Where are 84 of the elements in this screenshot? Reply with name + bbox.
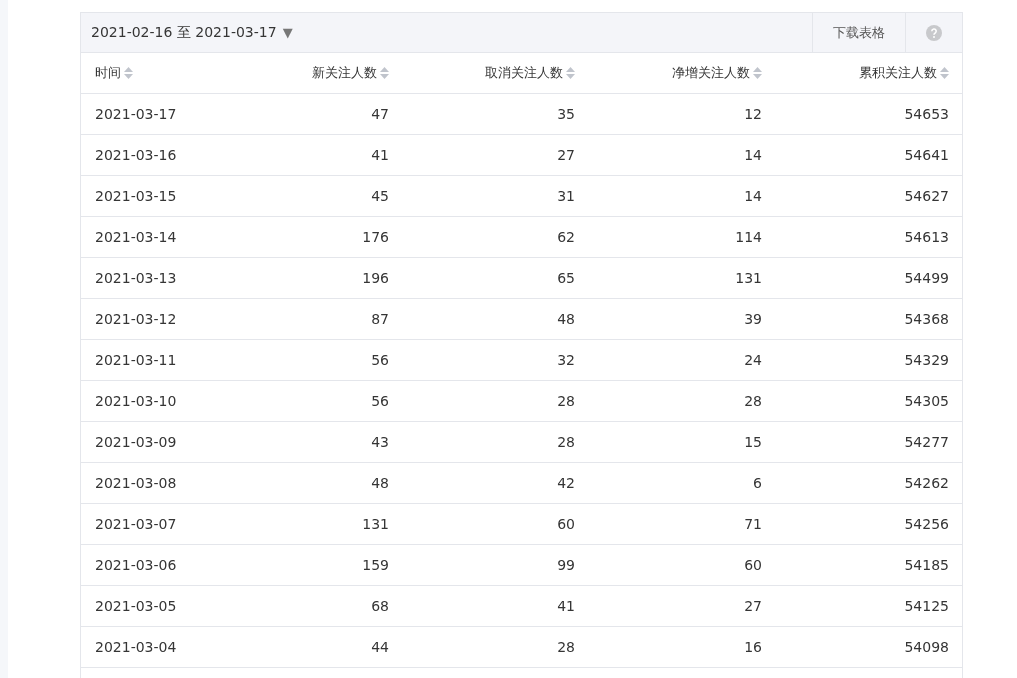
count-cell: 54641 [904, 147, 949, 163]
date-cell: 2021-03-07 [95, 516, 177, 532]
count-cell: 159 [362, 557, 389, 573]
help-icon[interactable] [926, 24, 942, 41]
count-cell: 28 [557, 639, 575, 655]
date-cell: 2021-03-08 [95, 475, 177, 491]
download-button[interactable]: 下载表格 [812, 13, 905, 52]
sort-icon[interactable] [753, 67, 762, 79]
count-cell: 54499 [904, 270, 949, 286]
count-cell: 87 [371, 311, 389, 327]
column-header[interactable]: 取消关注人数 [485, 63, 563, 83]
count-cell: 54262 [904, 475, 949, 491]
count-cell: 56 [371, 352, 389, 368]
date-range-label[interactable]: 2021-02-16 至 2021-03-17 [91, 22, 277, 43]
count-cell: 131 [362, 516, 389, 532]
count-cell: 48 [557, 311, 575, 327]
count-cell: 45 [371, 188, 389, 204]
count-cell: 56 [371, 393, 389, 409]
count-cell: 12 [744, 106, 762, 122]
count-cell: 60 [744, 557, 762, 573]
count-cell: 54627 [904, 188, 949, 204]
date-cell: 2021-03-04 [95, 639, 177, 655]
count-cell: 54277 [904, 434, 949, 450]
column-header[interactable]: 新关注人数 [312, 63, 377, 83]
count-cell: 31 [557, 188, 575, 204]
count-cell: 6 [753, 475, 762, 491]
count-cell: 27 [744, 598, 762, 614]
count-cell: 42 [557, 475, 575, 491]
count-cell: 15 [744, 434, 762, 450]
count-cell: 54098 [904, 639, 949, 655]
column-header[interactable]: 累积关注人数 [859, 63, 937, 83]
count-cell: 14 [744, 147, 762, 163]
count-cell: 54125 [904, 598, 949, 614]
column-header[interactable]: 时间 [95, 63, 121, 83]
count-cell: 54653 [904, 106, 949, 122]
count-cell: 35 [557, 106, 575, 122]
date-cell: 2021-03-05 [95, 598, 177, 614]
date-cell: 2021-03-11 [95, 352, 177, 368]
count-cell: 54256 [904, 516, 949, 532]
count-cell: 41 [557, 598, 575, 614]
count-cell: 65 [557, 270, 575, 286]
count-cell: 47 [371, 106, 389, 122]
count-cell: 60 [557, 516, 575, 532]
sort-icon[interactable] [380, 67, 389, 79]
count-cell: 99 [557, 557, 575, 573]
column-header[interactable]: 净增关注人数 [672, 63, 750, 83]
count-cell: 16 [744, 639, 762, 655]
count-cell: 54613 [904, 229, 949, 245]
sort-icon[interactable] [940, 67, 949, 79]
date-cell: 2021-03-06 [95, 557, 177, 573]
count-cell: 32 [557, 352, 575, 368]
count-cell: 196 [362, 270, 389, 286]
count-cell: 54329 [904, 352, 949, 368]
date-cell: 2021-03-14 [95, 229, 177, 245]
sort-icon[interactable] [566, 67, 575, 79]
count-cell: 68 [371, 598, 389, 614]
count-cell: 28 [557, 434, 575, 450]
count-cell: 114 [735, 229, 762, 245]
count-cell: 54368 [904, 311, 949, 327]
count-cell: 44 [371, 639, 389, 655]
count-cell: 71 [744, 516, 762, 532]
count-cell: 54185 [904, 557, 949, 573]
count-cell: 14 [744, 188, 762, 204]
count-cell: 39 [744, 311, 762, 327]
date-cell: 2021-03-13 [95, 270, 177, 286]
date-cell: 2021-03-10 [95, 393, 177, 409]
count-cell: 131 [735, 270, 762, 286]
date-cell: 2021-03-16 [95, 147, 177, 163]
date-cell: 2021-03-17 [95, 106, 177, 122]
date-cell: 2021-03-09 [95, 434, 177, 450]
dropdown-caret[interactable]: ▼ [282, 22, 293, 43]
count-cell: 54305 [904, 393, 949, 409]
count-cell: 27 [557, 147, 575, 163]
count-cell: 43 [371, 434, 389, 450]
count-cell: 24 [744, 352, 762, 368]
count-cell: 28 [744, 393, 762, 409]
count-cell: 41 [371, 147, 389, 163]
count-cell: 176 [362, 229, 389, 245]
date-cell: 2021-03-12 [95, 311, 177, 327]
count-cell: 48 [371, 475, 389, 491]
sort-icon[interactable] [124, 67, 133, 79]
count-cell: 62 [557, 229, 575, 245]
date-cell: 2021-03-15 [95, 188, 177, 204]
count-cell: 28 [557, 393, 575, 409]
